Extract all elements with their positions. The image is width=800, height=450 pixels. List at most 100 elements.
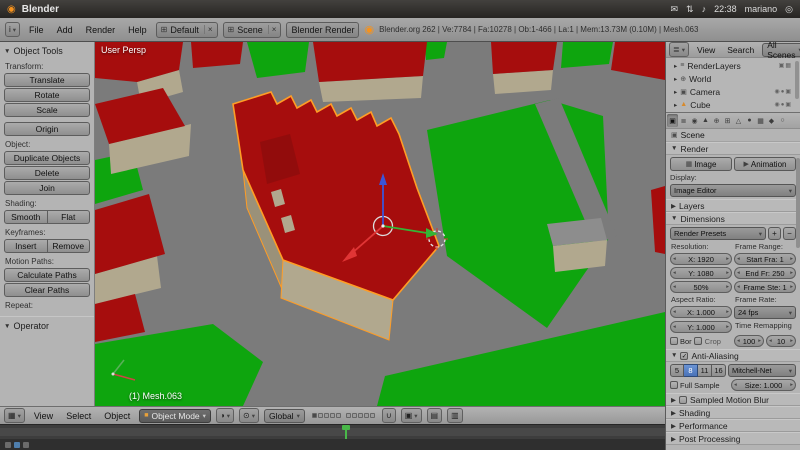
delete-button[interactable]: Delete xyxy=(4,166,90,180)
outliner-item-world[interactable]: ▸ ⊕ World xyxy=(666,72,800,85)
tab-render[interactable]: ▣ xyxy=(667,114,678,127)
editor-type-outliner-icon[interactable]: ≣▾ xyxy=(669,42,689,57)
menu-add[interactable]: Add xyxy=(53,24,77,36)
frame-step-field[interactable]: ◂Frame Ste: 1▸ xyxy=(734,281,796,293)
tab-modifiers[interactable]: ⊞ xyxy=(722,114,733,127)
full-sample-checkbox[interactable] xyxy=(670,381,678,389)
aa-samples-8[interactable]: 8 xyxy=(684,364,698,377)
frame-start-field[interactable]: ◂Start Fra: 1▸ xyxy=(734,253,796,265)
remove-keyframe-button[interactable]: Remove xyxy=(48,239,91,253)
sampled-motion-blur-panel-header[interactable]: ▶ Sampled Motion Blur xyxy=(666,393,800,406)
origin-button[interactable]: Origin xyxy=(4,122,90,136)
render-presets-dropdown[interactable]: Render Presets ▾ xyxy=(670,227,766,240)
editor-type-info-icon[interactable]: i▾ xyxy=(5,22,20,37)
editor-type-timeline-icon[interactable] xyxy=(5,442,11,448)
aa-samples-16[interactable]: 16 xyxy=(712,364,726,377)
menu-object[interactable]: Object xyxy=(100,410,134,422)
timeline-play-icon[interactable] xyxy=(14,442,20,448)
outliner-menu-view[interactable]: View xyxy=(693,44,719,56)
remap-new-field[interactable]: ◂10▸ xyxy=(766,335,796,347)
tab-world[interactable]: ◉ xyxy=(689,114,700,127)
resolution-percentage-field[interactable]: ◂50%▸ xyxy=(670,281,732,293)
tab-constraints[interactable]: ⊕ xyxy=(711,114,722,127)
tab-particles[interactable]: ◆ xyxy=(766,114,777,127)
expand-triangle-icon[interactable]: ▸ xyxy=(674,62,677,70)
aa-filter-dropdown[interactable]: Mitchell-Net ▾ xyxy=(728,364,796,377)
viewport-scene[interactable] xyxy=(95,42,665,406)
crop-checkbox[interactable] xyxy=(694,337,702,345)
tab-object-data[interactable]: △ xyxy=(733,114,744,127)
border-checkbox[interactable] xyxy=(670,337,678,345)
current-frame-marker[interactable] xyxy=(345,425,347,439)
aspect-x-field[interactable]: ◂X: 1.000▸ xyxy=(670,306,732,318)
join-button[interactable]: Join xyxy=(4,181,90,195)
snap-element-icon[interactable]: ▣▾ xyxy=(401,408,422,423)
frame-rate-dropdown[interactable]: 24 fps▾ xyxy=(734,306,796,319)
power-icon[interactable]: ◎ xyxy=(785,4,793,15)
scale-button[interactable]: Scale xyxy=(4,103,90,117)
smooth-button[interactable]: Smooth xyxy=(4,210,48,224)
user-menu[interactable]: mariano xyxy=(745,4,778,14)
visibility-toggle-icons[interactable]: ◉●▣ xyxy=(774,88,792,95)
aa-samples-5[interactable]: 5 xyxy=(670,364,684,377)
frame-end-field[interactable]: ◂End Fr: 250▸ xyxy=(734,267,796,279)
tab-texture[interactable]: ▦ xyxy=(755,114,766,127)
remap-old-field[interactable]: ◂100▸ xyxy=(734,335,764,347)
viewport-canvas[interactable]: User Persp (1) Mesh.063 xyxy=(95,42,665,406)
aa-samples-11[interactable]: 11 xyxy=(698,364,712,377)
expand-triangle-icon[interactable]: ▸ xyxy=(674,75,677,83)
post-processing-panel-header[interactable]: ▶ Post Processing xyxy=(666,432,800,445)
timeline-record-icon[interactable] xyxy=(23,442,29,448)
layer-visibility-grid[interactable] xyxy=(312,413,375,418)
aa-size-field[interactable]: ◂Size: 1.000▸ xyxy=(731,379,796,391)
motion-blur-checkbox[interactable] xyxy=(679,396,687,404)
properties-scrollbar[interactable] xyxy=(796,158,800,248)
timeline-track[interactable] xyxy=(0,424,665,439)
menu-file[interactable]: File xyxy=(25,24,48,36)
menu-select[interactable]: Select xyxy=(62,410,95,422)
object-tools-panel-header[interactable]: ▼ Object Tools xyxy=(0,43,94,59)
preset-add-button[interactable]: + xyxy=(768,227,781,240)
visibility-toggle-icons[interactable]: ◉●▣ xyxy=(774,101,792,108)
performance-panel-header[interactable]: ▶ Performance xyxy=(666,419,800,432)
expand-triangle-icon[interactable]: ▸ xyxy=(674,101,677,109)
blender-app-icon[interactable]: ◉ xyxy=(7,4,16,15)
preset-remove-button[interactable]: − xyxy=(783,227,796,240)
tab-material[interactable]: ● xyxy=(744,114,755,127)
orientation-dropdown[interactable]: Global ▾ xyxy=(264,409,305,423)
render-image-button[interactable]: ▦ Image xyxy=(670,157,732,171)
mail-indicator-icon[interactable]: ✉ xyxy=(671,4,679,15)
layers-panel-header[interactable]: ▶ Layers xyxy=(666,199,800,212)
shading-panel-header[interactable]: ▶ Shading xyxy=(666,406,800,419)
flat-button[interactable]: Flat xyxy=(48,210,91,224)
tab-scene[interactable]: ≣ xyxy=(678,114,689,127)
viewport-shading-icon[interactable]: ◑▾ xyxy=(216,408,234,423)
render-panel-header[interactable]: ▼ Render xyxy=(666,142,800,155)
renderlayer-toggle-icons[interactable]: ▣▦ xyxy=(779,62,792,69)
sound-indicator-icon[interactable]: ♪ xyxy=(702,4,707,14)
clear-paths-button[interactable]: Clear Paths xyxy=(4,283,90,297)
scene-selector[interactable]: ⊞ Scene × xyxy=(223,22,282,38)
render-engine-dropdown[interactable]: Blender Render xyxy=(286,22,359,38)
outliner-display-dropdown[interactable]: All Scenes ▾ xyxy=(762,43,800,57)
outliner-item-camera[interactable]: ▸ ▣ Camera ◉●▣ xyxy=(666,85,800,98)
tab-physics[interactable]: ○ xyxy=(777,114,788,127)
mode-dropdown[interactable]: ■ Object Mode ▾ xyxy=(139,409,211,423)
menu-render[interactable]: Render xyxy=(82,24,120,36)
antialiasing-panel-header[interactable]: ▼ ✓ Anti-Aliasing xyxy=(666,349,800,362)
calculate-paths-button[interactable]: Calculate Paths xyxy=(4,268,90,282)
outliner-item-renderlayers[interactable]: ▸ ≡ RenderLayers ▣▦ xyxy=(666,59,800,72)
close-icon[interactable]: × xyxy=(204,25,213,34)
duplicate-objects-button[interactable]: Duplicate Objects xyxy=(4,151,90,165)
translate-button[interactable]: Translate xyxy=(4,73,90,87)
insert-keyframe-button[interactable]: Insert xyxy=(4,239,48,253)
outliner-menu-search[interactable]: Search xyxy=(723,44,758,56)
pivot-point-icon[interactable]: ⊙▾ xyxy=(239,408,259,423)
screen-layout-selector[interactable]: ⊞ Default × xyxy=(156,22,218,38)
snap-magnet-icon[interactable]: ∪ xyxy=(382,408,396,423)
close-icon[interactable]: × xyxy=(268,25,277,34)
rotate-button[interactable]: Rotate xyxy=(4,88,90,102)
antialiasing-checkbox[interactable]: ✓ xyxy=(680,352,688,360)
editor-type-3dview-icon[interactable]: ▦▾ xyxy=(4,408,25,423)
display-mode-dropdown[interactable]: Image Editor ▾ xyxy=(670,184,796,197)
